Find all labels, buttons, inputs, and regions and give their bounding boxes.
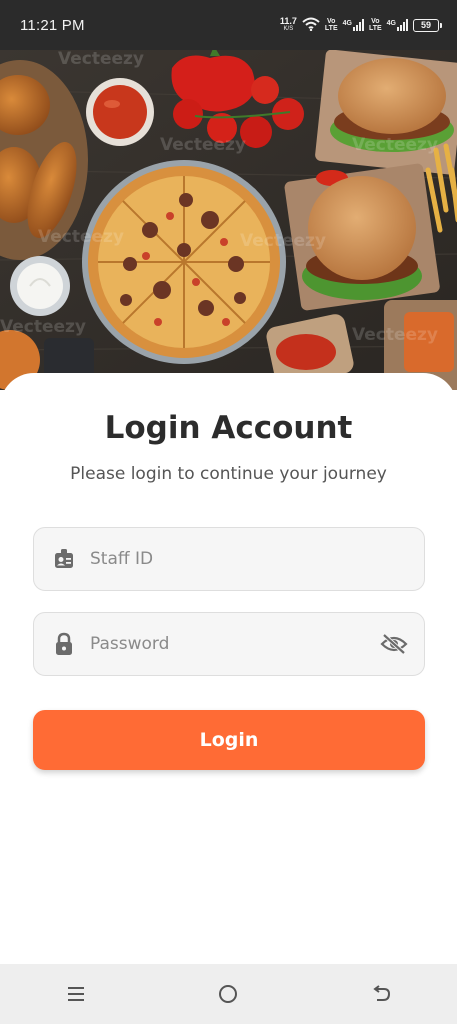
sim1-network-type: 4G: [342, 20, 352, 27]
system-nav-bar: [0, 964, 457, 1024]
wifi-icon: [302, 16, 320, 35]
svg-text:Vecteezy: Vecteezy: [160, 135, 246, 155]
signal-icon: [397, 19, 408, 31]
menu-icon[interactable]: [56, 974, 96, 1014]
hero-food-image: Vecteezy Vecteezy Vecteezy Vecteezy Vect…: [0, 50, 457, 390]
sim1-signal: 4G: [343, 19, 364, 31]
back-icon[interactable]: [361, 974, 401, 1014]
svg-text:Vecteezy: Vecteezy: [0, 317, 86, 337]
staff-id-field[interactable]: [33, 527, 425, 591]
svg-text:Vecteezy: Vecteezy: [58, 50, 144, 69]
network-speed-unit: K/S: [283, 26, 294, 32]
login-screen: 11:21 PM 11.7 K/S Vo LTE 4G Vo LTE 4G 59…: [0, 0, 457, 1024]
id-badge-icon: [52, 547, 76, 571]
status-icons: 11.7 K/S Vo LTE 4G Vo LTE 4G 59: [280, 16, 442, 35]
login-button[interactable]: Login: [33, 710, 425, 770]
eye-off-icon[interactable]: [380, 632, 408, 656]
home-icon[interactable]: [208, 974, 248, 1014]
pizza: [82, 160, 286, 364]
svg-text:Vecteezy: Vecteezy: [38, 227, 124, 247]
battery-level: 59: [420, 20, 431, 30]
lock-icon: [52, 632, 76, 656]
signal-icon: [352, 19, 364, 31]
password-field[interactable]: [33, 612, 425, 676]
sim2-signal: 4G: [387, 19, 408, 31]
svg-text:Vecteezy: Vecteezy: [240, 231, 326, 251]
status-time: 11:21 PM: [20, 16, 85, 34]
staff-id-input[interactable]: [90, 528, 424, 590]
svg-text:Vecteezy: Vecteezy: [352, 325, 438, 345]
password-input[interactable]: [90, 613, 380, 675]
svg-text:Vecteezy: Vecteezy: [352, 135, 438, 155]
network-speed-value: 11.7: [279, 16, 297, 26]
network-speed: 11.7 K/S: [280, 17, 297, 33]
sim2-volte-label: Vo LTE: [368, 18, 382, 32]
battery-icon: 59: [413, 18, 442, 32]
status-bar: 11:21 PM 11.7 K/S Vo LTE 4G Vo LTE 4G 59: [0, 0, 457, 50]
sauce-bowl: [86, 78, 154, 146]
sim1-volte-label: Vo LTE: [324, 18, 338, 32]
dip-bowl: [10, 256, 70, 316]
page-title: Login Account: [104, 410, 353, 446]
food-illustration: Vecteezy Vecteezy Vecteezy Vecteezy Vect…: [0, 50, 457, 390]
page-subtitle: Please login to continue your journey: [70, 464, 387, 484]
sim2-network-type: 4G: [386, 20, 396, 27]
